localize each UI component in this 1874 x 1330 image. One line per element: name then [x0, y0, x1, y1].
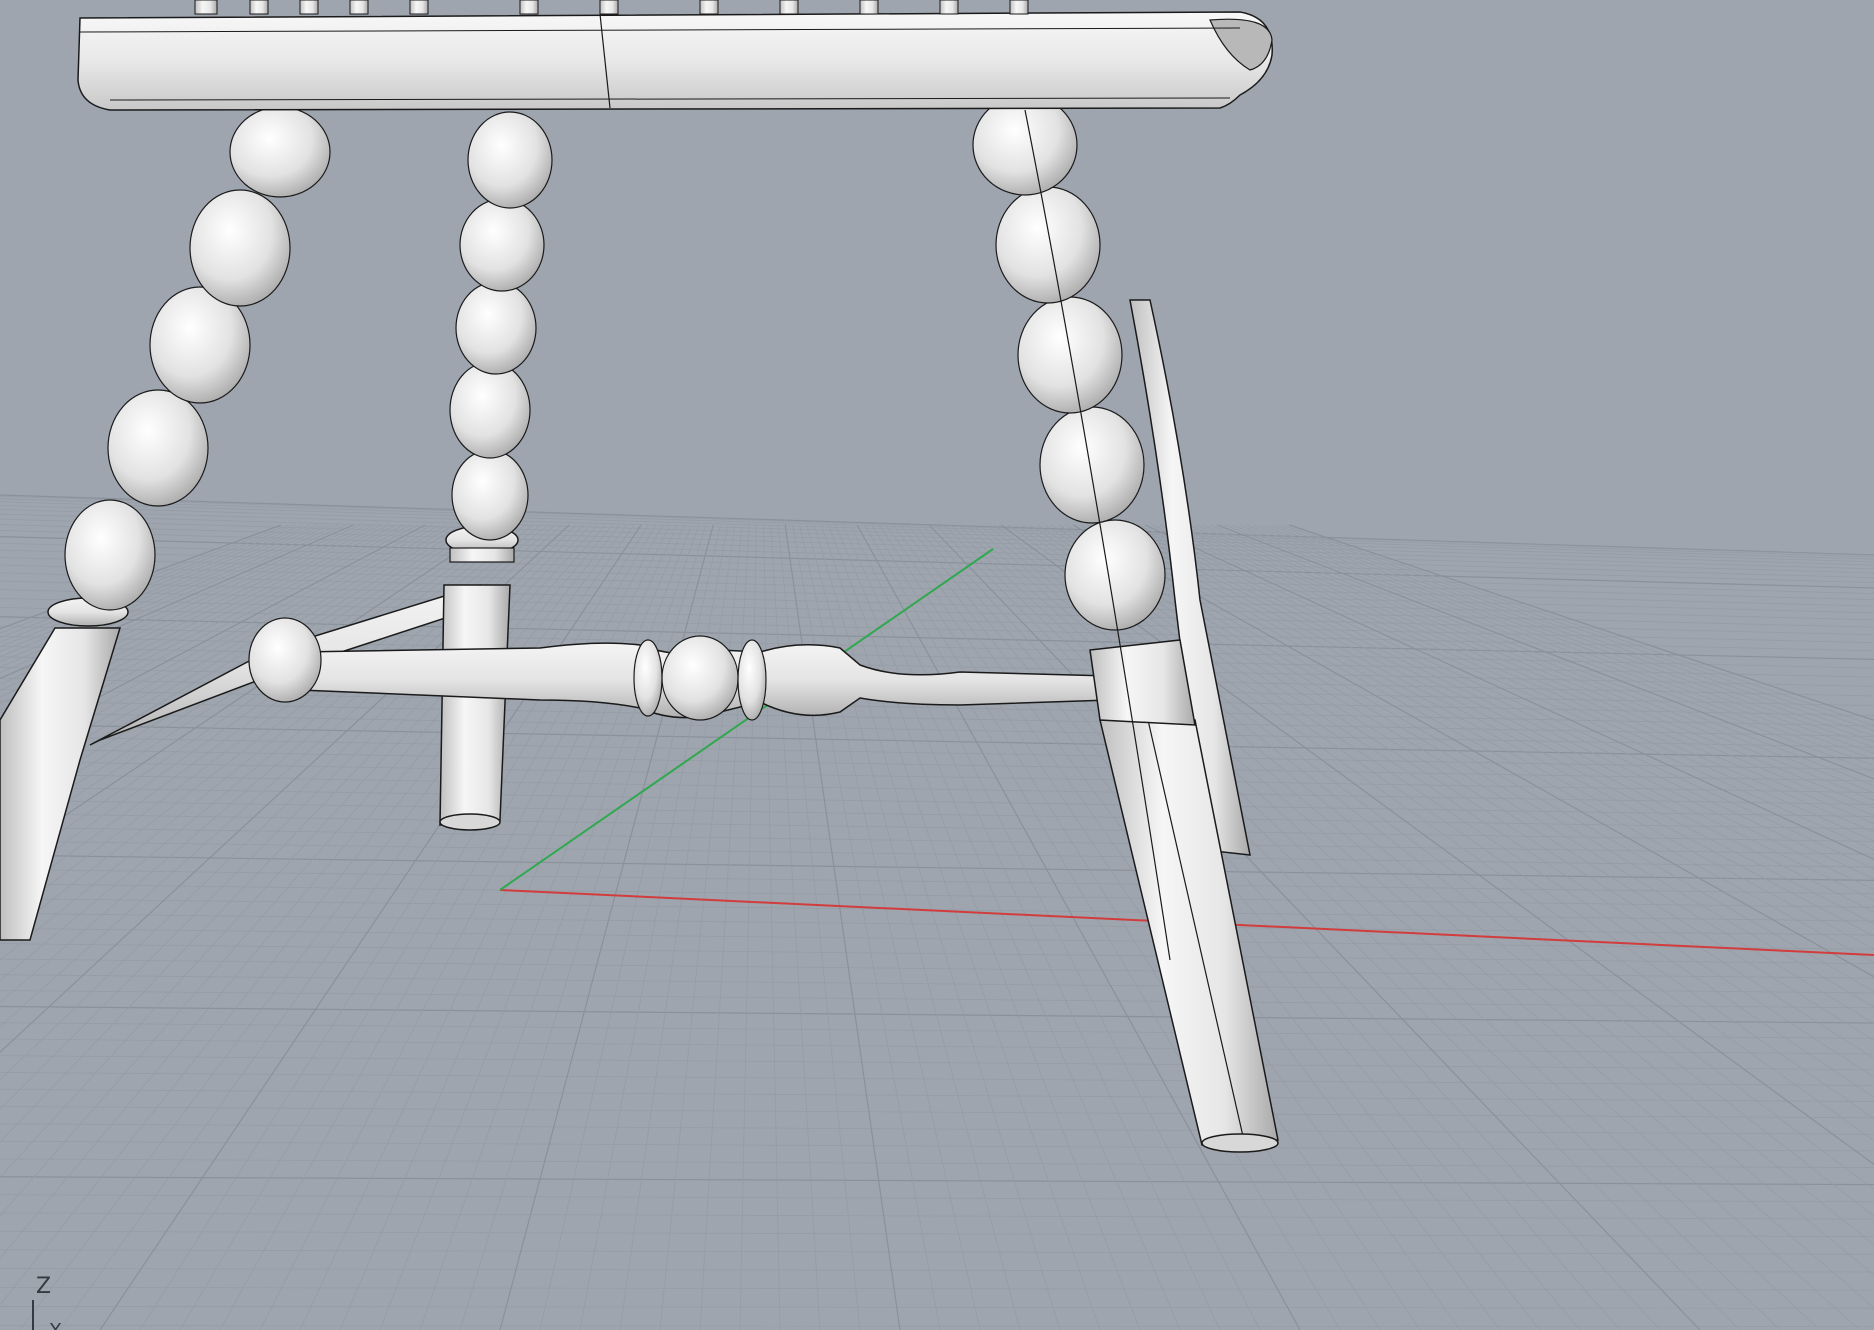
grid-line — [1216, 524, 1874, 780]
grid-line — [1238, 524, 1874, 760]
grid-line — [1267, 524, 1874, 737]
back-left-leg-ring — [449, 547, 515, 563]
stretcher-right-bead — [737, 639, 767, 721]
stretcher-center-bead — [661, 635, 739, 721]
chair-seat[interactable] — [77, 11, 1273, 111]
grid-line — [0, 700, 1874, 737]
front-right-leg-collar — [1089, 639, 1196, 726]
grid-line — [950, 524, 1821, 1330]
grid-line — [907, 524, 1581, 1330]
chair-model[interactable] — [0, 0, 1279, 1153]
back-left-leg-beads[interactable] — [449, 111, 553, 541]
grid-line — [0, 990, 1874, 1009]
grid-line — [0, 1055, 1874, 1071]
grid-line — [1253, 524, 1874, 748]
back-left-leg-foot — [439, 813, 501, 831]
front-right-leg-foot — [1201, 1133, 1279, 1153]
grid-line — [0, 1194, 1874, 1203]
grid-line — [0, 943, 1874, 965]
stretcher-left-bead — [633, 639, 663, 717]
grid-line — [0, 958, 1874, 979]
grid-line — [0, 840, 1874, 868]
grid-line — [806, 524, 1021, 1330]
grid-line — [0, 868, 1874, 895]
grid-line — [1231, 524, 1874, 767]
back-left-leg-lower[interactable] — [439, 584, 511, 826]
grid-line — [0, 1176, 1874, 1186]
scene-canvas[interactable] — [0, 0, 1874, 1330]
grid-line — [0, 1306, 1874, 1309]
grid-line — [0, 1268, 1874, 1273]
grid-line — [0, 1022, 1874, 1039]
grid-line — [1245, 524, 1874, 754]
grid-line — [0, 1106, 1874, 1119]
grid-line — [0, 1158, 1874, 1169]
grid-line — [1260, 524, 1874, 743]
stretcher-left-joint — [248, 617, 322, 703]
world-axes-icon: Z Y — [28, 1270, 88, 1330]
front-right-leg-lower[interactable] — [1099, 719, 1279, 1146]
grid-line — [813, 524, 1061, 1330]
grid-line — [0, 1072, 1874, 1086]
perspective-viewport[interactable]: Z Y — [0, 0, 1874, 1330]
grid-line — [928, 524, 1701, 1330]
grid-line — [0, 1249, 1874, 1255]
grid-line — [0, 1123, 1874, 1135]
grid-line — [0, 1230, 1874, 1237]
back-spindles[interactable] — [194, 0, 1029, 15]
grid-line — [0, 524, 282, 630]
grid-line — [763, 524, 781, 1330]
axis-y-label: Y — [50, 1320, 61, 1330]
grid-line — [820, 524, 1101, 1330]
front-left-leg-beads[interactable] — [64, 106, 331, 611]
axis-z-label: Z — [36, 1274, 52, 1299]
axis-z-line — [32, 1300, 34, 1330]
grid-line — [0, 1325, 1874, 1327]
grid-line — [936, 524, 1741, 1330]
